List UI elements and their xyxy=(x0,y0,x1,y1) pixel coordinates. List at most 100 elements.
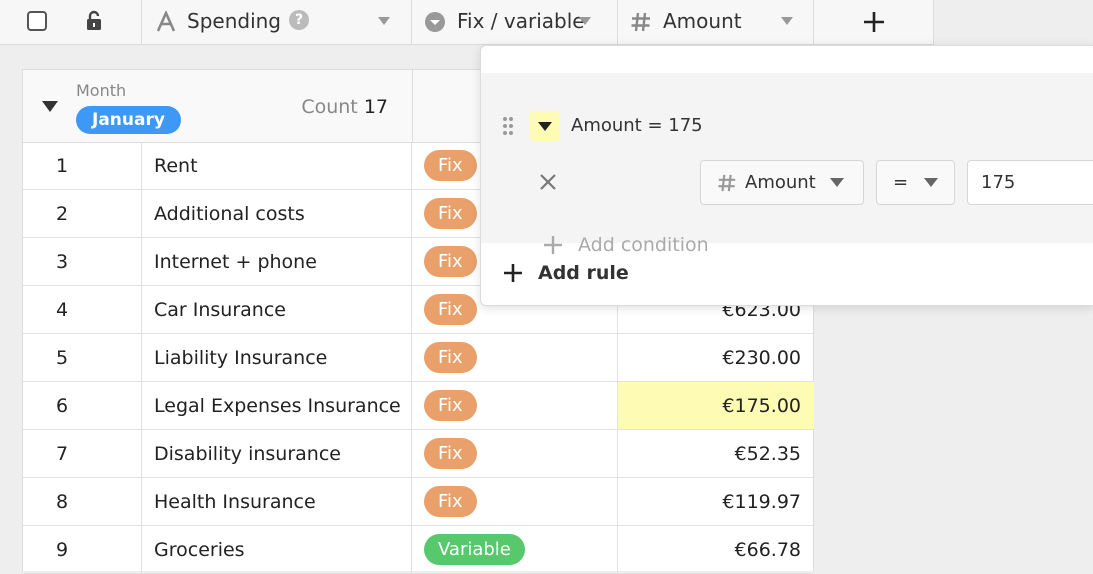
lock-icon[interactable] xyxy=(84,10,104,32)
amount-text: €119.97 xyxy=(722,490,801,513)
cell-amount[interactable]: €52.35 xyxy=(618,430,814,477)
table-row[interactable]: 9 Groceries Variable €66.78 xyxy=(23,526,813,574)
hash-icon xyxy=(631,12,650,32)
plus-icon xyxy=(863,12,884,32)
cell-fix-variable[interactable]: Variable xyxy=(412,526,618,573)
column-name: Fix / variable xyxy=(457,9,585,33)
add-rule-label: Add rule xyxy=(538,262,629,284)
type-badge: Fix xyxy=(424,438,477,469)
remove-condition-button[interactable] xyxy=(539,171,557,195)
row-number: 7 xyxy=(23,430,142,477)
row-number: 2 xyxy=(23,190,142,237)
condition-value: 175 xyxy=(981,172,1016,193)
table-header: Spending ? Fix / variable Amount xyxy=(0,0,934,45)
spending-text: Liability Insurance xyxy=(154,346,328,369)
cell-spending[interactable]: Car Insurance xyxy=(142,286,412,333)
column-header-spending[interactable]: Spending ? xyxy=(142,0,412,44)
column-name: Amount xyxy=(663,9,742,33)
table-row[interactable]: 7 Disability insurance Fix €52.35 xyxy=(23,430,813,478)
caret-down-icon xyxy=(538,122,552,131)
condition-operator-select[interactable]: = xyxy=(876,160,955,205)
condition-column-value: Amount xyxy=(745,172,816,193)
group-count: Count 17 xyxy=(301,96,388,118)
row-number: 5 xyxy=(23,334,142,381)
cell-spending[interactable]: Liability Insurance xyxy=(142,334,412,381)
coloring-rules-popup: Amount = 175 Amount = 175 Add condition xyxy=(480,45,1093,306)
cell-fix-variable[interactable]: Fix xyxy=(412,478,618,525)
collapse-toggle-icon[interactable] xyxy=(42,101,58,112)
column-header-fix-variable[interactable]: Fix / variable xyxy=(412,0,618,44)
rule-title: Amount = 175 xyxy=(571,115,703,136)
amount-text: €66.78 xyxy=(734,538,801,561)
count-value: 17 xyxy=(363,96,388,118)
cell-fix-variable[interactable]: Fix xyxy=(412,430,618,477)
condition-column-select[interactable]: Amount xyxy=(700,160,864,205)
cell-amount[interactable]: €119.97 xyxy=(618,478,814,525)
hash-icon xyxy=(718,174,736,191)
cell-amount[interactable]: €230.00 xyxy=(618,334,814,381)
cell-amount[interactable]: €175.00 xyxy=(618,382,814,429)
add-column-button[interactable] xyxy=(814,0,934,44)
select-all-checkbox[interactable] xyxy=(27,11,47,31)
cell-fix-variable[interactable]: Fix xyxy=(412,334,618,381)
spending-text: Legal Expenses Insurance xyxy=(154,394,401,417)
row-number: 1 xyxy=(23,142,142,189)
type-badge: Fix xyxy=(424,342,477,373)
column-name: Spending xyxy=(187,9,281,33)
cell-spending[interactable]: Additional costs xyxy=(142,190,412,237)
cell-spending[interactable]: Groceries xyxy=(142,526,412,573)
type-badge: Variable xyxy=(424,534,525,565)
single-select-icon xyxy=(425,12,445,32)
rule-color-toggle[interactable] xyxy=(530,111,560,141)
amount-text: €175.00 xyxy=(722,394,801,417)
help-icon[interactable]: ? xyxy=(289,10,309,30)
amount-text: €52.35 xyxy=(734,442,801,465)
column-header-amount[interactable]: Amount xyxy=(618,0,814,44)
cell-spending[interactable]: Rent xyxy=(142,142,412,189)
condition-value-input[interactable]: 175 xyxy=(967,160,1093,205)
chevron-down-icon[interactable] xyxy=(781,17,793,25)
row-number: 3 xyxy=(23,238,142,285)
row-number: 9 xyxy=(23,526,142,573)
count-label: Count xyxy=(301,96,358,118)
type-badge: Fix xyxy=(424,390,477,421)
divider xyxy=(412,70,413,142)
add-condition-button[interactable]: Add condition xyxy=(543,234,709,256)
spending-text: Rent xyxy=(154,154,198,177)
drag-handle-icon[interactable] xyxy=(502,116,514,136)
table-row[interactable]: 5 Liability Insurance Fix €230.00 xyxy=(23,334,813,382)
type-badge: Fix xyxy=(424,486,477,517)
table-row[interactable]: 6 Legal Expenses Insurance Fix €175.00 xyxy=(23,382,814,430)
cell-fix-variable[interactable]: Fix xyxy=(412,382,618,429)
chevron-down-icon xyxy=(829,178,844,187)
text-column-icon xyxy=(156,11,176,32)
table-row[interactable]: 8 Health Insurance Fix €119.97 xyxy=(23,478,813,526)
add-rule-button[interactable]: Add rule xyxy=(503,262,629,284)
chevron-down-icon[interactable] xyxy=(579,17,591,25)
spending-text: Groceries xyxy=(154,538,245,561)
type-badge: Fix xyxy=(424,246,477,277)
plus-icon xyxy=(504,264,522,282)
spending-text: Car Insurance xyxy=(154,298,286,321)
add-condition-label: Add condition xyxy=(578,234,709,256)
condition-operator-value: = xyxy=(893,172,909,193)
plus-icon xyxy=(544,236,562,254)
cell-amount[interactable]: €66.78 xyxy=(618,526,814,573)
group-by-label: Month xyxy=(76,81,127,100)
close-icon xyxy=(540,174,556,190)
amount-text: €230.00 xyxy=(722,346,801,369)
cell-spending[interactable]: Legal Expenses Insurance xyxy=(142,382,412,429)
type-badge: Fix xyxy=(424,198,477,229)
spending-text: Internet + phone xyxy=(154,250,317,273)
chevron-down-icon xyxy=(924,178,939,187)
cell-spending[interactable]: Health Insurance xyxy=(142,478,412,525)
spending-text: Additional costs xyxy=(154,202,305,225)
cell-spending[interactable]: Disability insurance xyxy=(142,430,412,477)
row-number: 6 xyxy=(23,382,142,429)
cell-spending[interactable]: Internet + phone xyxy=(142,238,412,285)
type-badge: Fix xyxy=(424,294,477,325)
row-number: 8 xyxy=(23,478,142,525)
group-value-badge: January xyxy=(76,106,181,134)
chevron-down-icon[interactable] xyxy=(378,17,390,25)
row-number: 4 xyxy=(23,286,142,333)
